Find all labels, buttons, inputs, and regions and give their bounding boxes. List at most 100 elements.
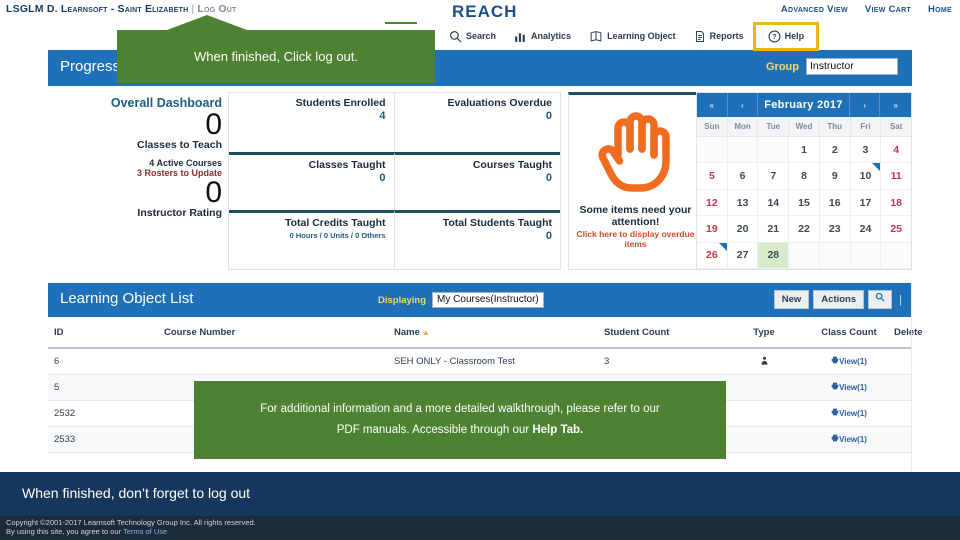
- instructor-rating-label: Instructor Rating: [137, 207, 222, 219]
- stat-card-total-students-taught[interactable]: Total Students Taught 0: [394, 210, 560, 269]
- stat-card-classes-taught[interactable]: Classes Taught 0: [229, 151, 395, 211]
- cell-class-count: View(1): [804, 408, 894, 419]
- rosters-to-update-text[interactable]: 3 Rosters to Update: [48, 168, 222, 178]
- calendar-next-button[interactable]: ›: [850, 93, 881, 117]
- column-header-student-count[interactable]: Student Count: [604, 327, 724, 338]
- calendar-day-cell[interactable]: 16: [819, 189, 851, 217]
- advanced-view-link[interactable]: Advanced View: [781, 4, 848, 15]
- footer-terms-prefix: By using this site, you agree to our: [6, 527, 124, 536]
- attention-line2[interactable]: Click here to display overdue items: [569, 229, 702, 249]
- cell-student-count: 3: [604, 356, 610, 367]
- attention-panel[interactable]: Some items need your attention! Click he…: [568, 92, 703, 270]
- stat-card-label: Total Credits Taught: [284, 217, 386, 230]
- calendar-day-cell[interactable]: 25: [881, 216, 912, 243]
- terms-of-use-link[interactable]: Terms of Use: [123, 527, 167, 536]
- stat-card-courses-taught[interactable]: Courses Taught 0: [394, 151, 560, 211]
- calendar-day-cell[interactable]: 20: [727, 216, 759, 243]
- calendar-day-cell[interactable]: 26: [697, 242, 728, 270]
- nav-item-search-label: Search: [466, 31, 497, 41]
- callout-help-line1: For additional information and a more de…: [260, 403, 660, 415]
- callout-help-info-text: For additional information and a more de…: [200, 399, 720, 441]
- footer-copyright: Copyright ©2001-2017 Learnsoft Technolog…: [6, 518, 256, 527]
- displaying-filter: Displaying My Courses(Instructor): [378, 292, 544, 308]
- cell-name[interactable]: SEH ONLY - Classroom Test: [394, 356, 604, 367]
- column-header-class-count[interactable]: Class Count: [804, 327, 894, 338]
- stat-card-value: 0: [545, 230, 552, 243]
- calendar-day-cell[interactable]: 24: [850, 216, 882, 243]
- calendar-day-cell[interactable]: 2: [819, 137, 851, 164]
- account-separator: |: [191, 3, 195, 15]
- view-class-link[interactable]: View(1): [839, 383, 867, 392]
- view-class-link[interactable]: View(1): [839, 409, 867, 418]
- calendar-weekday: Fri: [850, 117, 882, 137]
- nav-item-reports[interactable]: Reports: [685, 27, 753, 46]
- calendar-day-cell[interactable]: 21: [758, 216, 790, 243]
- view-class-link[interactable]: View(1): [839, 435, 867, 444]
- stat-card-total-credits-taught[interactable]: Total Credits Taught 0 Hours / 0 Units /…: [229, 210, 395, 269]
- calendar-day-cell[interactable]: 15: [789, 189, 820, 217]
- table-row[interactable]: 6 SEH ONLY - Classroom Test 3 View(1): [48, 349, 912, 375]
- classes-to-teach-label: Classes to Teach: [136, 139, 222, 151]
- nav-item-help[interactable]: ? Help: [752, 21, 820, 51]
- column-header-id[interactable]: ID: [48, 327, 164, 338]
- instructor-rating-value: 0: [205, 176, 222, 209]
- calendar-day-cell[interactable]: 5: [697, 163, 728, 190]
- bar-chart-icon: [514, 30, 527, 43]
- calendar-empty-cell: [850, 242, 882, 270]
- calendar-weekday: Mon: [727, 117, 759, 137]
- toolbar-divider: |: [899, 293, 902, 306]
- nav-item-analytics[interactable]: Analytics: [505, 27, 580, 46]
- nav-item-learning-object[interactable]: Learning Object: [580, 27, 685, 46]
- displaying-label: Displaying: [378, 294, 427, 306]
- calendar-day-cell[interactable]: 22: [789, 216, 820, 243]
- column-header-course-number[interactable]: Course Number: [164, 327, 394, 338]
- calendar-day-cell[interactable]: 1: [789, 137, 820, 164]
- calendar-day-cell[interactable]: 28: [758, 242, 790, 270]
- stat-card-students-enrolled[interactable]: Students Enrolled 4: [229, 93, 395, 152]
- view-class-link[interactable]: View(1): [839, 357, 867, 366]
- stat-card-value: 0 Hours / 0 Units / 0 Others: [289, 231, 386, 241]
- calendar-day-cell[interactable]: 9: [819, 163, 851, 190]
- view-cart-link[interactable]: View Cart: [865, 4, 911, 15]
- stat-card-label: Courses Taught: [472, 158, 552, 171]
- calendar-first-button[interactable]: «: [697, 93, 728, 117]
- logout-link[interactable]: Log Out: [197, 3, 236, 15]
- column-header-name[interactable]: Name ▲: [394, 327, 604, 338]
- calendar-weekday-row: Sun Mon Tue Wed Thu Fri Sat: [697, 117, 912, 137]
- calendar-day-cell[interactable]: 18: [881, 190, 912, 217]
- calendar-day-cell[interactable]: 27: [727, 242, 759, 270]
- new-button[interactable]: New: [773, 290, 810, 309]
- calendar-day-cell[interactable]: 7: [758, 163, 790, 190]
- calendar-day-cell[interactable]: 3: [850, 137, 882, 164]
- calendar-day-cell[interactable]: 19: [697, 216, 728, 243]
- active-courses-text: 4 Active Courses: [149, 158, 222, 168]
- calendar-day-cell[interactable]: 17: [850, 189, 882, 217]
- table-header-row: ID Course Number Name ▲ Student Count Typ…: [48, 317, 923, 349]
- magnifier-icon[interactable]: [868, 290, 893, 309]
- calendar-day-cell[interactable]: 6: [727, 163, 759, 190]
- nav-item-search[interactable]: Search: [440, 27, 505, 46]
- calendar-day-cell[interactable]: 10: [850, 163, 882, 190]
- nav-item-help-label: Help: [784, 31, 805, 41]
- nav-item-learning-object-label: Learning Object: [607, 31, 676, 41]
- calendar-day-cell[interactable]: 13: [727, 189, 759, 217]
- calendar-prev-button[interactable]: ‹: [728, 93, 759, 117]
- calendar-day-cell[interactable]: 8: [789, 163, 820, 190]
- attention-line1: Some items need your attention!: [579, 204, 692, 228]
- group-select[interactable]: Instructor: [806, 58, 898, 75]
- calendar-last-button[interactable]: »: [880, 93, 911, 117]
- column-header-delete[interactable]: Delete: [894, 327, 923, 338]
- calendar-day-cell[interactable]: 23: [819, 216, 851, 243]
- home-link[interactable]: Home: [928, 4, 952, 15]
- actions-button[interactable]: Actions: [813, 290, 865, 309]
- calendar-day-cell[interactable]: 14: [758, 189, 790, 217]
- question-circle-icon: ?: [768, 30, 781, 43]
- document-icon: [694, 30, 706, 43]
- calendar-day-cell[interactable]: 12: [697, 189, 728, 217]
- calendar-day-cell[interactable]: 11: [881, 163, 912, 190]
- calendar-weekday: Sun: [697, 117, 728, 137]
- stat-card-evaluations-overdue[interactable]: Evaluations Overdue 0: [395, 93, 561, 152]
- column-header-type[interactable]: Type: [724, 327, 804, 338]
- calendar-day-cell[interactable]: 4: [881, 137, 912, 164]
- displaying-select[interactable]: My Courses(Instructor): [432, 292, 544, 308]
